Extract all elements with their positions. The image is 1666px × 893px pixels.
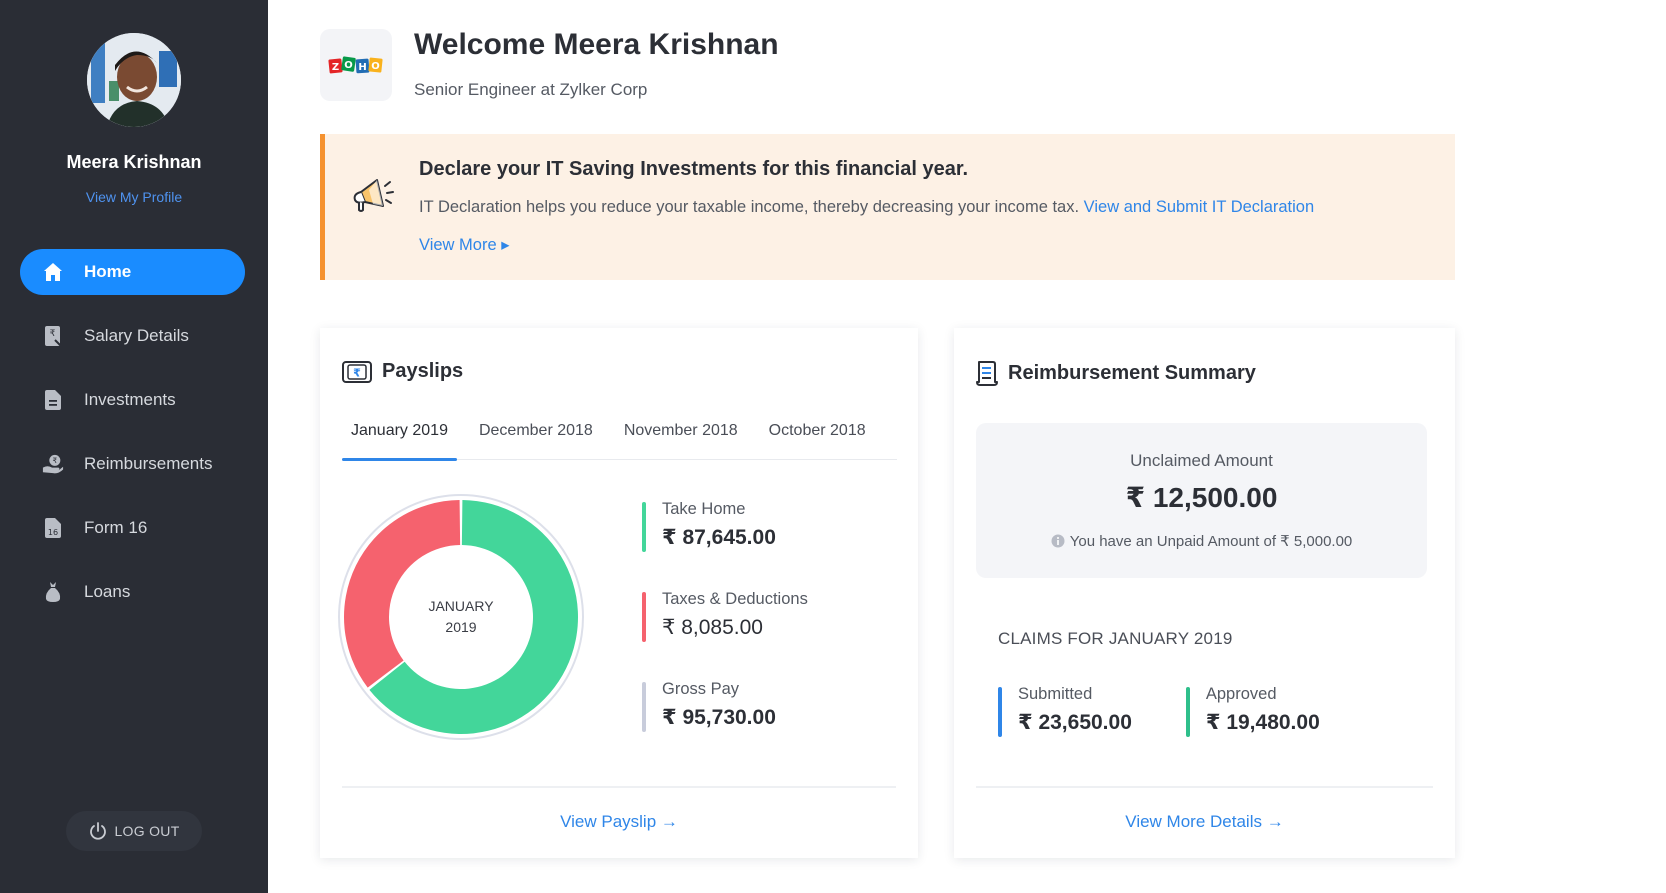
claim-color-bar	[1185, 687, 1190, 737]
unpaid-text: You have an Unpaid Amount of ₹ 5,000.00	[1069, 533, 1353, 550]
claims-summary: Submitted ₹ 23,650.00 Approved ₹ 19,480.…	[998, 685, 1374, 739]
payslips-title: ₹ Payslips	[342, 360, 463, 383]
svg-text:O: O	[344, 60, 353, 71]
salary-document-icon: ₹	[42, 325, 64, 347]
tab-november-2018[interactable]: November 2018	[615, 406, 747, 459]
page-subtitle: Senior Engineer at Zylker Corp	[414, 80, 648, 99]
unpaid-note: You have an Unpaid Amount of ₹ 5,000.00	[976, 532, 1427, 550]
donut-center-month: JANUARY	[428, 598, 494, 614]
claim-color-bar	[998, 687, 1002, 737]
legend-value: ₹ 8,085.00	[662, 616, 763, 639]
svg-text:₹: ₹	[353, 366, 361, 379]
sidebar-item-form-16[interactable]: 16 Form 16	[20, 505, 245, 551]
page-title: Welcome Meera Krishnan	[414, 28, 779, 61]
svg-text:16: 16	[48, 528, 58, 537]
sidebar-item-home[interactable]: Home	[20, 249, 245, 295]
claims-title: CLAIMS FOR JANUARY 2019	[998, 629, 1233, 648]
avatar[interactable]	[87, 33, 181, 127]
document-icon	[42, 389, 64, 411]
svg-text:₹: ₹	[52, 456, 57, 465]
submit-it-declaration-link[interactable]: View and Submit IT Declaration	[1084, 198, 1315, 216]
svg-text:O: O	[371, 61, 380, 72]
sidebar-item-investments[interactable]: Investments	[20, 377, 245, 423]
legend-color-bar	[642, 682, 646, 732]
svg-text:₹: ₹	[50, 329, 56, 339]
legend-color-bar	[642, 502, 646, 552]
sidebar-item-label: Home	[84, 262, 132, 281]
hand-rupee-icon: ₹	[42, 453, 64, 475]
zoho-logo-icon: Z O H O	[328, 56, 383, 74]
app-root: Meera Krishnan View My Profile Home ₹ Sa…	[0, 0, 1666, 893]
logout-label: LOG OUT	[114, 823, 180, 839]
claim-value: ₹ 23,650.00	[1018, 711, 1132, 734]
legend-label: Take Home	[662, 500, 746, 518]
sidebar-item-label: Loans	[84, 582, 131, 601]
unclaimed-value: ₹ 12,500.00	[1125, 482, 1278, 513]
money-bag-icon	[42, 581, 64, 603]
payslips-card: ₹ Payslips January 2019 December 2018 No…	[320, 328, 918, 858]
unclaimed-amount-panel: Unclaimed Amount ₹ 12,500.00 You have an…	[976, 423, 1427, 578]
view-profile-link[interactable]: View My Profile	[0, 189, 268, 205]
unclaimed-label: Unclaimed Amount	[1130, 451, 1273, 470]
banner-description: IT Declaration helps you reduce your tax…	[419, 198, 1080, 216]
legend-take-home: Take Home ₹ 87,645.00	[642, 500, 808, 554]
card-divider	[342, 786, 896, 788]
sidebar-item-label: Salary Details	[84, 326, 189, 345]
svg-text:H: H	[358, 62, 366, 73]
rupee-note-icon: ₹	[342, 360, 372, 383]
tab-january-2019[interactable]: January 2019	[342, 406, 457, 461]
donut-center-year: 2019	[445, 619, 476, 635]
sidebar-item-reimbursements[interactable]: ₹ Reimbursements	[20, 441, 245, 487]
power-icon	[88, 821, 108, 841]
legend-label: Taxes & Deductions	[662, 590, 808, 608]
payslip-donut-chart: JANUARY 2019	[338, 494, 584, 740]
banner-text: IT Declaration helps you reduce your tax…	[419, 198, 1314, 217]
sidebar-nav: Home ₹ Salary Details Investments ₹ Reim…	[20, 249, 245, 633]
view-more-link[interactable]: View More ▸	[419, 235, 510, 255]
claim-approved: Approved ₹ 19,480.00	[1185, 685, 1320, 739]
sidebar-item-label: Investments	[84, 390, 176, 409]
payslip-month-tabs: January 2019 December 2018 November 2018…	[342, 406, 897, 461]
view-payslip-link[interactable]: View Payslip →	[320, 812, 918, 832]
receipt-icon	[976, 360, 998, 386]
claim-label: Approved	[1205, 685, 1277, 703]
home-icon	[42, 261, 64, 283]
payslips-title-label: Payslips	[382, 360, 464, 382]
sidebar: Meera Krishnan View My Profile Home ₹ Sa…	[0, 0, 268, 893]
info-icon	[1051, 534, 1065, 548]
legend-color-bar	[642, 592, 646, 642]
megaphone-icon	[347, 172, 395, 220]
svg-text:Z: Z	[332, 62, 339, 73]
claim-submitted: Submitted ₹ 23,650.00	[998, 685, 1132, 739]
tab-december-2018[interactable]: December 2018	[470, 406, 602, 459]
donut-segment-taxes[interactable]	[344, 500, 461, 688]
logout-button[interactable]: LOG OUT	[66, 811, 202, 851]
legend-taxes-deductions: Taxes & Deductions ₹ 8,085.00	[642, 590, 808, 644]
legend-value: ₹ 95,730.00	[662, 706, 776, 729]
user-name: Meera Krishnan	[66, 152, 202, 172]
payslip-legend: Take Home ₹ 87,645.00 Taxes & Deductions…	[642, 500, 808, 770]
sidebar-item-label: Reimbursements	[84, 454, 213, 473]
sidebar-item-salary-details[interactable]: ₹ Salary Details	[20, 313, 245, 359]
banner-title: Declare your IT Saving Investments for t…	[419, 158, 969, 180]
avatar-photo	[87, 33, 181, 127]
claim-value: ₹ 19,480.00	[1205, 711, 1320, 734]
sidebar-item-loans[interactable]: Loans	[20, 569, 245, 615]
view-more-details-link[interactable]: View More Details →	[954, 812, 1455, 832]
it-declaration-banner: Declare your IT Saving Investments for t…	[320, 134, 1455, 280]
form16-document-icon: 16	[42, 517, 64, 539]
company-logo: Z O H O	[320, 29, 392, 101]
claim-label: Submitted	[1018, 685, 1093, 703]
reimbursement-title: Reimbursement Summary	[976, 360, 1256, 386]
reimbursement-title-label: Reimbursement Summary	[1008, 361, 1256, 384]
card-divider	[976, 786, 1433, 788]
legend-value: ₹ 87,645.00	[662, 526, 776, 549]
sidebar-item-label: Form 16	[84, 518, 148, 537]
legend-gross-pay: Gross Pay ₹ 95,730.00	[642, 680, 808, 734]
reimbursement-summary-card: Reimbursement Summary Unclaimed Amount ₹…	[954, 328, 1455, 858]
legend-label: Gross Pay	[662, 680, 740, 698]
tab-october-2018[interactable]: October 2018	[760, 406, 875, 459]
